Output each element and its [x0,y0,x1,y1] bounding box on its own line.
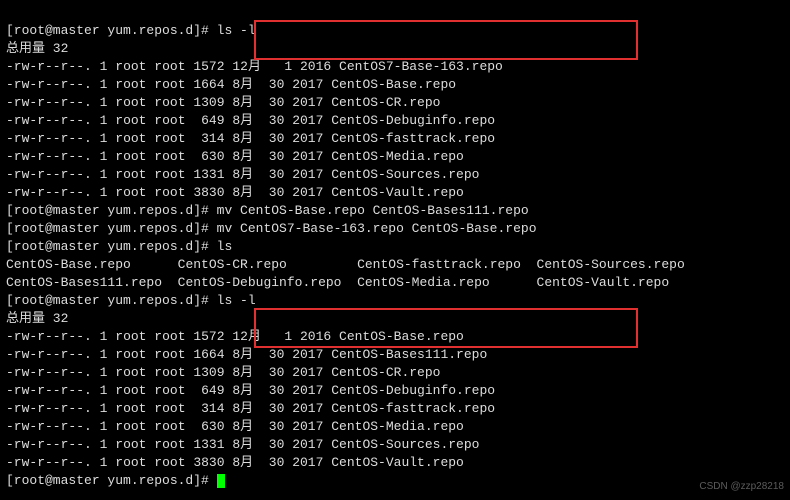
file-row: -rw-r--r--. 1 root root 630 8月 30 2017 C… [6,149,464,164]
command: ls -l [217,23,256,38]
command: ls -l [217,293,256,308]
ls-row: CentOS-Bases111.repo CentOS-Debuginfo.re… [6,275,669,290]
prompt: [root@master yum.repos.d]# [6,221,217,236]
terminal-output: [root@master yum.repos.d]# ls -l 总用量 32 … [0,0,790,494]
prompt: [root@master yum.repos.d]# [6,293,217,308]
file-row: -rw-r--r--. 1 root root 1331 8月 30 2017 … [6,167,479,182]
prompt: [root@master yum.repos.d]# [6,23,217,38]
command: mv CentOS-Base.repo CentOS-Bases111.repo [217,203,529,218]
file-row: -rw-r--r--. 1 root root 1664 8月 30 2017 … [6,347,487,362]
file-row: -rw-r--r--. 1 root root 1331 8月 30 2017 … [6,437,479,452]
command: mv CentOS7-Base-163.repo CentOS-Base.rep… [217,221,537,236]
file-row: -rw-r--r--. 1 root root 314 8月 30 2017 C… [6,131,495,146]
file-row: -rw-r--r--. 1 root root 3830 8月 30 2017 … [6,185,464,200]
file-row: -rw-r--r--. 1 root root 1572 12月 1 2016 … [6,59,503,74]
watermark: CSDN @zzp28218 [699,478,784,496]
file-row: -rw-r--r--. 1 root root 1572 12月 1 2016 … [6,329,464,344]
file-row: -rw-r--r--. 1 root root 1664 8月 30 2017 … [6,77,456,92]
file-row: -rw-r--r--. 1 root root 630 8月 30 2017 C… [6,419,464,434]
ls-row: CentOS-Base.repo CentOS-CR.repo CentOS-f… [6,257,685,272]
file-row: -rw-r--r--. 1 root root 314 8月 30 2017 C… [6,401,495,416]
file-row: -rw-r--r--. 1 root root 1309 8月 30 2017 … [6,95,440,110]
file-row: -rw-r--r--. 1 root root 3830 8月 30 2017 … [6,455,464,470]
prompt: [root@master yum.repos.d]# [6,203,217,218]
file-row: -rw-r--r--. 1 root root 649 8月 30 2017 C… [6,383,495,398]
cursor-icon[interactable] [217,474,225,488]
prompt: [root@master yum.repos.d]# [6,473,217,488]
file-row: -rw-r--r--. 1 root root 1309 8月 30 2017 … [6,365,440,380]
total-line: 总用量 32 [6,311,68,326]
file-row: -rw-r--r--. 1 root root 649 8月 30 2017 C… [6,113,495,128]
total-line: 总用量 32 [6,41,68,56]
prompt: [root@master yum.repos.d]# [6,239,217,254]
command: ls [217,239,233,254]
